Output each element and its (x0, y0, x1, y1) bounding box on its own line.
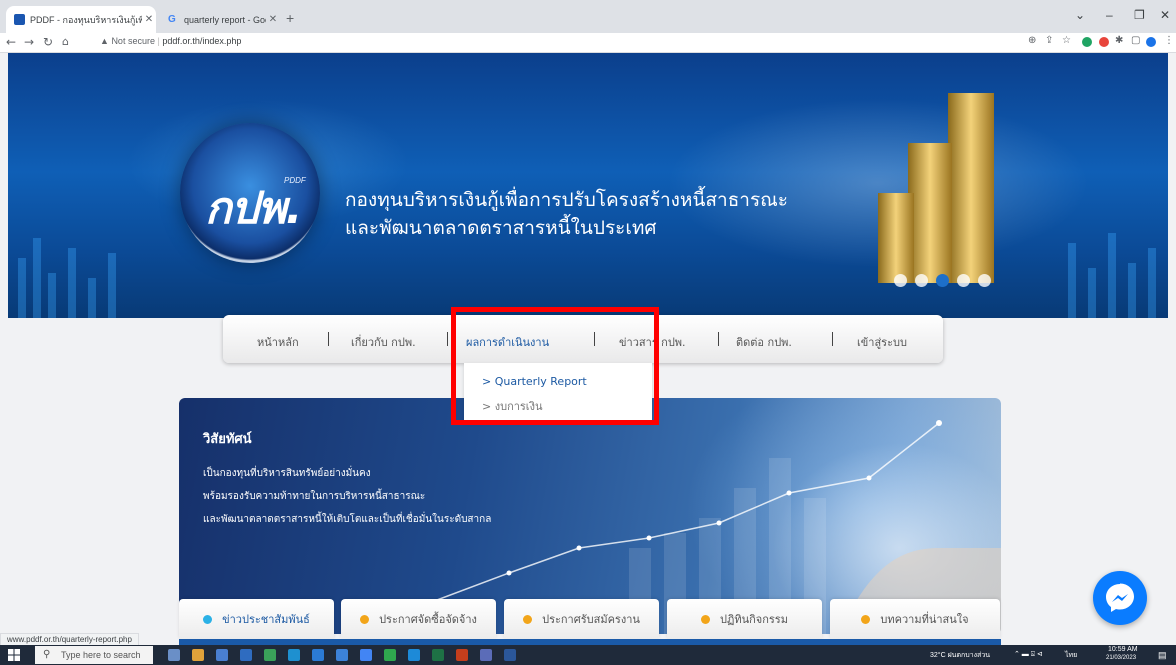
file-explorer-icon[interactable] (192, 649, 204, 661)
hero-line-2: พร้อมรองรับความท้าทายในการบริหารหนี้สาธา… (203, 491, 426, 502)
bookmark-star-icon[interactable]: ☆ (1062, 35, 1071, 46)
tab-pr-news[interactable]: ข่าวประชาสัมพันธ์ (179, 599, 334, 639)
carousel-dot[interactable] (894, 274, 907, 287)
browser-toolbar: ← → ↻ ⌂ ▲ Not secure | pddf.or.th/index.… (0, 33, 1176, 53)
close-window-button[interactable]: ✕ (1160, 8, 1170, 22)
security-label: Not secure (111, 36, 155, 46)
pdf-icon[interactable] (456, 649, 468, 661)
tab-label: ประกาศรับสมัครงาน (542, 613, 640, 626)
tab-title: PDDF - กองทุนบริหารเงินกู้เพื่อการปรับ (30, 14, 142, 25)
windows-start-icon[interactable] (8, 649, 20, 661)
clock-time[interactable]: 10:59 AM (1108, 646, 1138, 653)
bullet-icon (203, 614, 213, 624)
taskbar-search-input[interactable]: ⚲ Type here to search (35, 646, 153, 664)
language-indicator[interactable]: ไทย (1065, 650, 1077, 661)
carousel-dot[interactable] (957, 274, 970, 287)
zoom-icon[interactable]: ⊕ (1028, 35, 1036, 46)
carousel-dot-active[interactable] (936, 274, 949, 287)
menu-home[interactable]: หน้าหลัก (257, 333, 299, 351)
extension-green-icon[interactable] (1082, 37, 1092, 47)
more-menu-icon[interactable]: ⋮ (1164, 35, 1174, 46)
app-icon[interactable] (336, 649, 348, 661)
forward-icon[interactable]: → (24, 35, 34, 49)
hero-line-3: และพัฒนาตลาดตราสารหนี้ให้เติบโตและเป็นที… (203, 514, 492, 525)
coin-stack-image (878, 93, 994, 283)
bullet-icon (701, 614, 710, 624)
menu-separator (328, 332, 329, 346)
menu-login[interactable]: เข้าสู่ระบบ (857, 333, 907, 351)
extension-red-icon[interactable] (1099, 37, 1109, 47)
menu-about[interactable]: เกี่ยวกับ กปพ. (351, 333, 416, 351)
tab-label: ประกาศจัดซื้อจัดจ้าง (379, 613, 477, 626)
app-icon[interactable] (264, 649, 276, 661)
word-icon[interactable] (504, 649, 516, 661)
reload-icon[interactable]: ↻ (43, 35, 53, 49)
side-panel-icon[interactable]: ▢ (1131, 35, 1140, 46)
app-icon[interactable] (216, 649, 228, 661)
address-bar[interactable]: ▲ Not secure | pddf.or.th/index.php (100, 36, 241, 46)
pddf-logo-abbr: PDDF (284, 176, 306, 185)
app-icon[interactable] (384, 649, 396, 661)
app-icon[interactable] (240, 649, 252, 661)
carousel-dot[interactable] (978, 274, 991, 287)
profile-avatar-icon[interactable] (1146, 37, 1156, 47)
org-name-line1: กองทุนบริหารเงินกู้เพื่อการปรับโครงสร้าง… (345, 189, 788, 211)
share-icon[interactable]: ⇪ (1045, 35, 1053, 46)
weather-status[interactable]: 32°C ฝนตกบางส่วน (930, 650, 990, 661)
app-icon[interactable] (480, 649, 492, 661)
app-icon[interactable] (288, 649, 300, 661)
messenger-chat-button[interactable] (1093, 571, 1147, 625)
bullet-icon (360, 614, 370, 624)
browser-tab-google[interactable]: G quarterly report - Google Search ✕ (160, 6, 280, 33)
search-placeholder: Type here to search (61, 650, 141, 660)
maximize-button[interactable]: ❐ (1134, 8, 1145, 22)
tab-calendar[interactable]: ปฏิทินกิจกรรม (667, 599, 822, 639)
back-icon[interactable]: ← (6, 35, 16, 49)
new-tab-button[interactable]: + (286, 10, 294, 26)
hero-title: วิสัยทัศน์ (203, 432, 252, 447)
messenger-icon (1106, 583, 1134, 612)
excel-icon[interactable] (432, 649, 444, 661)
tab-search-icon[interactable]: ⌄ (1075, 8, 1085, 22)
pddf-favicon-icon (14, 14, 25, 25)
windows-taskbar: ⚲ Type here to search 32°C ฝนตกบางส่วน ⌃… (0, 645, 1176, 665)
bullet-icon (861, 614, 871, 624)
menu-separator (718, 332, 719, 346)
app-icon[interactable] (312, 649, 324, 661)
clock-date[interactable]: 21/03/2023 (1106, 655, 1136, 661)
tab-label: ปฏิทินกิจกรรม (720, 613, 788, 626)
close-tab-icon[interactable]: ✕ (266, 14, 280, 25)
tab-strip: PDDF - กองทุนบริหารเงินกู้เพื่อการปรับ ✕… (0, 0, 1176, 33)
menu-separator (832, 332, 833, 346)
tab-label: ข่าวประชาสัมพันธ์ (222, 613, 310, 626)
task-view-icon[interactable] (168, 649, 180, 661)
not-secure-icon[interactable]: ▲ (100, 36, 109, 46)
org-name-line2: และพัฒนาตลาดตราสารหนี้ในประเทศ (345, 217, 657, 239)
tray-icons[interactable]: ⌃ ▬ ⌺ ⊲ (1014, 650, 1043, 659)
menu-separator (447, 332, 448, 346)
tab-procurement[interactable]: ประกาศจัดซื้อจัดจ้าง (341, 599, 496, 639)
hero-line-1: เป็นกองทุนที่บริหารสินทรัพย์อย่างมั่นคง (203, 468, 371, 479)
menu-contact[interactable]: ติดต่อ กปพ. (736, 333, 792, 351)
close-tab-icon[interactable]: ✕ (142, 14, 156, 25)
google-favicon-icon: G (168, 14, 176, 25)
web-page: กปพ. PDDF กองทุนบริหารเงินกู้เพื่อการปรั… (0, 53, 1176, 645)
browser-tab-pddf[interactable]: PDDF - กองทุนบริหารเงินกู้เพื่อการปรับ ✕ (6, 6, 156, 33)
notifications-icon[interactable]: ▤ (1158, 650, 1167, 661)
url-text: pddf.or.th/index.php (162, 36, 242, 46)
carousel-dot[interactable] (915, 274, 928, 287)
bullet-icon (523, 614, 533, 624)
tab-title: quarterly report - Google Search (184, 14, 266, 25)
minimize-button[interactable]: – (1106, 8, 1113, 22)
tab-label: บทความที่น่าสนใจ (880, 613, 969, 626)
tab-jobs[interactable]: ประกาศรับสมัครงาน (504, 599, 659, 639)
highlight-box (451, 307, 659, 425)
extensions-puzzle-icon[interactable]: ✱ (1115, 35, 1123, 46)
search-icon: ⚲ (43, 649, 51, 660)
tab-articles[interactable]: บทความที่น่าสนใจ (830, 599, 1000, 639)
home-icon[interactable]: ⌂ (62, 35, 69, 48)
chrome-icon[interactable] (360, 649, 372, 661)
app-icon[interactable] (408, 649, 420, 661)
